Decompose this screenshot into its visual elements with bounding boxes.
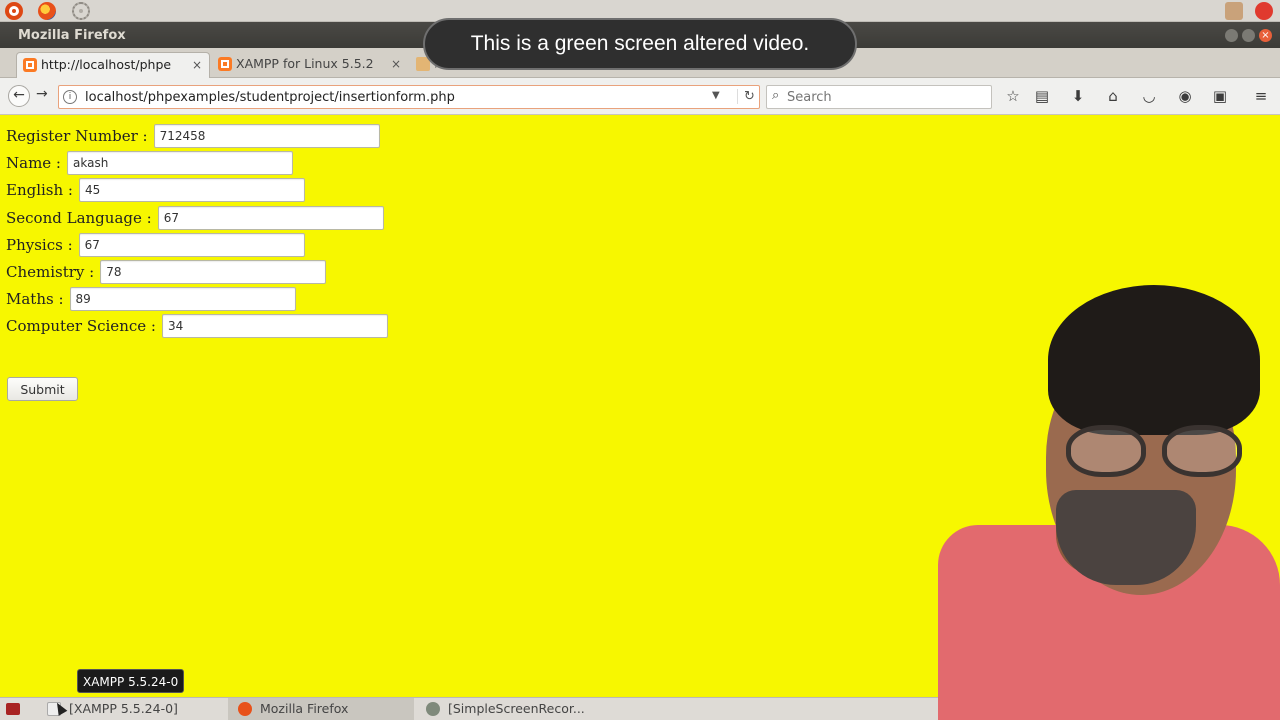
url-bar[interactable]: i localhost/phpexamples/studentproject/i…: [58, 85, 760, 109]
ubuntu-logo-icon[interactable]: [5, 2, 23, 20]
search-input[interactable]: [787, 88, 987, 106]
webcam-overlay: [936, 285, 1280, 720]
submit-button[interactable]: Submit: [7, 377, 78, 401]
pocket-icon[interactable]: ◡: [1140, 87, 1158, 105]
firefox-icon: [238, 702, 252, 716]
taskbar-item-screen-recorder[interactable]: [SimpleScreenRecor...: [416, 698, 616, 720]
field-label: Physics :: [6, 236, 73, 254]
screen: Mozilla Firefox × http://localhost/phpe …: [0, 0, 1280, 720]
power-icon[interactable]: [1255, 2, 1273, 20]
taskbar-item-label: Mozilla Firefox: [260, 701, 349, 716]
minimize-button[interactable]: [1225, 29, 1238, 42]
xampp-favicon-icon: [218, 57, 232, 71]
tab-close-icon[interactable]: ×: [391, 52, 401, 76]
chemistry-input[interactable]: [100, 260, 327, 284]
home-icon[interactable]: ⌂: [1104, 87, 1122, 105]
field-label: Maths :: [6, 290, 64, 308]
close-window-button[interactable]: ×: [1259, 29, 1272, 42]
field-label: Register Number :: [6, 127, 148, 145]
field-label: English :: [6, 181, 73, 199]
tab-label: XAMPP for Linux 5.5.2: [236, 56, 374, 71]
field-maths: Maths :: [6, 287, 296, 311]
field-computer-science: Computer Science :: [6, 314, 388, 338]
webcam-person-glasses: [1066, 425, 1242, 477]
xampp-favicon-icon: [23, 58, 37, 72]
webcam-person-hair: [1048, 285, 1260, 435]
taskbar: [XAMPP 5.5.24-0] Mozilla Firefox [Simple…: [0, 697, 938, 720]
reload-icon[interactable]: ↻: [737, 89, 755, 104]
chevron-down-icon[interactable]: ▼: [712, 90, 720, 101]
back-button[interactable]: ←: [8, 85, 30, 107]
bookmark-star-icon[interactable]: ☆: [1004, 87, 1022, 105]
physics-input[interactable]: [78, 233, 305, 257]
user-icon[interactable]: [1225, 2, 1243, 20]
taskbar-item-label: [XAMPP 5.5.24-0]: [69, 701, 178, 716]
firefox-launcher-icon[interactable]: [38, 2, 56, 20]
field-english: English :: [6, 178, 305, 202]
name-input[interactable]: [67, 151, 293, 175]
english-input[interactable]: [79, 178, 305, 202]
navigation-toolbar: ← → i localhost/phpexamples/studentproje…: [0, 78, 1280, 115]
search-icon: ⌕: [772, 88, 780, 103]
field-name: Name :: [6, 151, 293, 175]
bookmarks-list-icon[interactable]: ▤: [1033, 87, 1051, 105]
url-text[interactable]: localhost/phpexamples/studentproject/ins…: [85, 90, 455, 105]
screen-addon-icon[interactable]: ▣: [1211, 87, 1229, 105]
settings-gear-icon[interactable]: [72, 2, 90, 20]
field-label: Computer Science :: [6, 317, 156, 335]
recorder-icon: [426, 702, 440, 716]
computer-science-input[interactable]: [161, 314, 388, 338]
window-title: Mozilla Firefox: [18, 28, 126, 43]
maximize-button[interactable]: [1242, 29, 1255, 42]
tab-insertion-form[interactable]: http://localhost/phpe ×: [16, 52, 210, 78]
register-number-input[interactable]: [153, 124, 380, 148]
second-language-input[interactable]: [157, 206, 384, 230]
field-label: Second Language :: [6, 209, 152, 227]
search-box[interactable]: ⌕: [766, 85, 992, 109]
tab-xampp[interactable]: XAMPP for Linux 5.5.2 ×: [212, 52, 408, 78]
field-label: Name :: [6, 154, 61, 172]
field-chemistry: Chemistry :: [6, 260, 327, 284]
tab-label: http://localhost/phpe: [41, 57, 172, 72]
forward-button[interactable]: →: [36, 86, 48, 102]
downloads-icon[interactable]: ⬇: [1069, 87, 1087, 105]
tab-close-icon[interactable]: ×: [192, 53, 202, 77]
field-second-language: Second Language :: [6, 206, 384, 230]
field-physics: Physics :: [6, 233, 305, 257]
taskbar-tooltip: XAMPP 5.5.24-0: [77, 669, 185, 693]
taskbar-item-label: [SimpleScreenRecor...: [448, 701, 585, 716]
field-register-number: Register Number :: [6, 124, 380, 148]
hamburger-menu-icon[interactable]: ≡: [1252, 87, 1270, 105]
info-icon[interactable]: i: [63, 90, 77, 104]
taskbar-menu-icon[interactable]: [6, 703, 20, 715]
maths-input[interactable]: [69, 287, 296, 311]
field-label: Chemistry :: [6, 263, 95, 281]
taskbar-item-firefox[interactable]: Mozilla Firefox: [228, 698, 414, 720]
globe-addon-icon[interactable]: ◉: [1176, 87, 1194, 105]
video-caption: This is a green screen altered video.: [423, 18, 857, 70]
